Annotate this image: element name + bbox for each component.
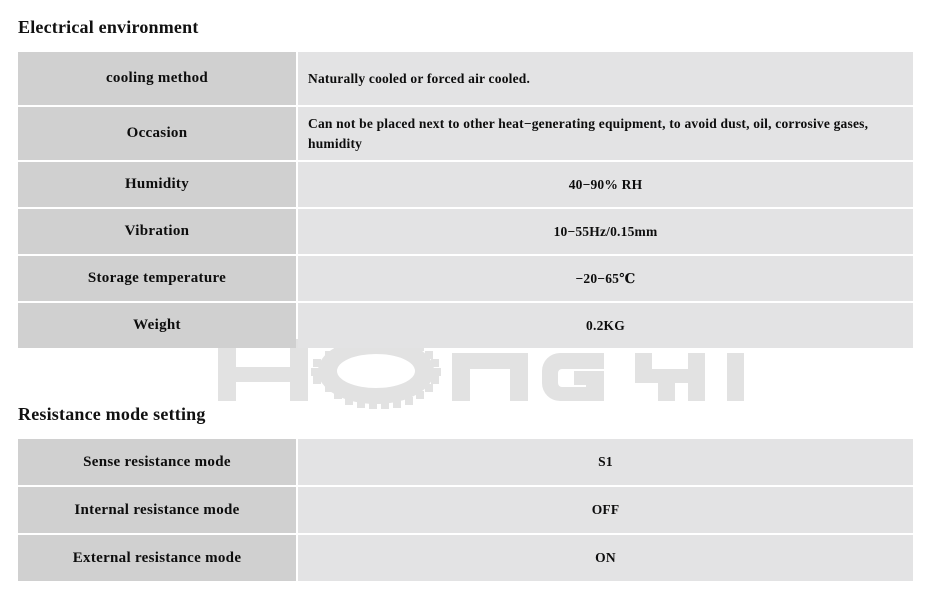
section-resistance-mode-setting: Resistance mode setting Sense resistance… bbox=[0, 403, 931, 583]
row-label-external-resistance-mode: External resistance mode bbox=[18, 535, 296, 581]
row-label-sense-resistance-mode: Sense resistance mode bbox=[18, 439, 296, 485]
table-row: External resistance mode ON bbox=[18, 535, 913, 581]
row-value-internal-resistance-mode: OFF bbox=[298, 487, 913, 533]
row-value-storage-temperature: −20−65℃ bbox=[298, 256, 913, 301]
watermark-letter-g bbox=[542, 353, 604, 401]
row-label-storage-temperature: Storage temperature bbox=[18, 256, 296, 301]
row-label-cooling-method: cooling method bbox=[18, 52, 296, 105]
page-title-resistance-mode-setting: Resistance mode setting bbox=[18, 404, 206, 424]
row-value-cooling-method: Naturally cooled or forced air cooled. bbox=[298, 52, 913, 105]
watermark-letter-n bbox=[452, 353, 528, 401]
watermark-letter-i bbox=[727, 353, 744, 401]
table-row: Sense resistance mode S1 bbox=[18, 439, 913, 485]
table-row: Vibration 10−55Hz/0.15mm bbox=[18, 209, 913, 254]
row-value-humidity: 40−90% RH bbox=[298, 162, 913, 207]
table-row: Occasion Can not be placed next to other… bbox=[18, 107, 913, 160]
page-title-electrical-environment: Electrical environment bbox=[18, 17, 199, 37]
row-value-external-resistance-mode: ON bbox=[298, 535, 913, 581]
row-label-humidity: Humidity bbox=[18, 162, 296, 207]
row-value-weight: 0.2KG bbox=[298, 303, 913, 348]
row-label-occasion: Occasion bbox=[18, 107, 296, 160]
row-label-vibration: Vibration bbox=[18, 209, 296, 254]
row-value-occasion: Can not be placed next to other heat−gen… bbox=[298, 107, 913, 160]
table-row: Storage temperature −20−65℃ bbox=[18, 256, 913, 301]
table-row: Internal resistance mode OFF bbox=[18, 487, 913, 533]
section-electrical-environment: Electrical environment cooling method Na… bbox=[0, 16, 931, 350]
row-value-vibration: 10−55Hz/0.15mm bbox=[298, 209, 913, 254]
watermark-letter-y bbox=[635, 353, 705, 401]
row-label-internal-resistance-mode: Internal resistance mode bbox=[18, 487, 296, 533]
table-row: cooling method Naturally cooled or force… bbox=[18, 52, 913, 105]
spec-table-electrical-environment: cooling method Naturally cooled or force… bbox=[16, 50, 915, 350]
spec-table-resistance-mode-setting: Sense resistance mode S1 Internal resist… bbox=[16, 437, 915, 583]
table-row: Weight 0.2KG bbox=[18, 303, 913, 348]
row-label-weight: Weight bbox=[18, 303, 296, 348]
row-value-sense-resistance-mode: S1 bbox=[298, 439, 913, 485]
table-row: Humidity 40−90% RH bbox=[18, 162, 913, 207]
